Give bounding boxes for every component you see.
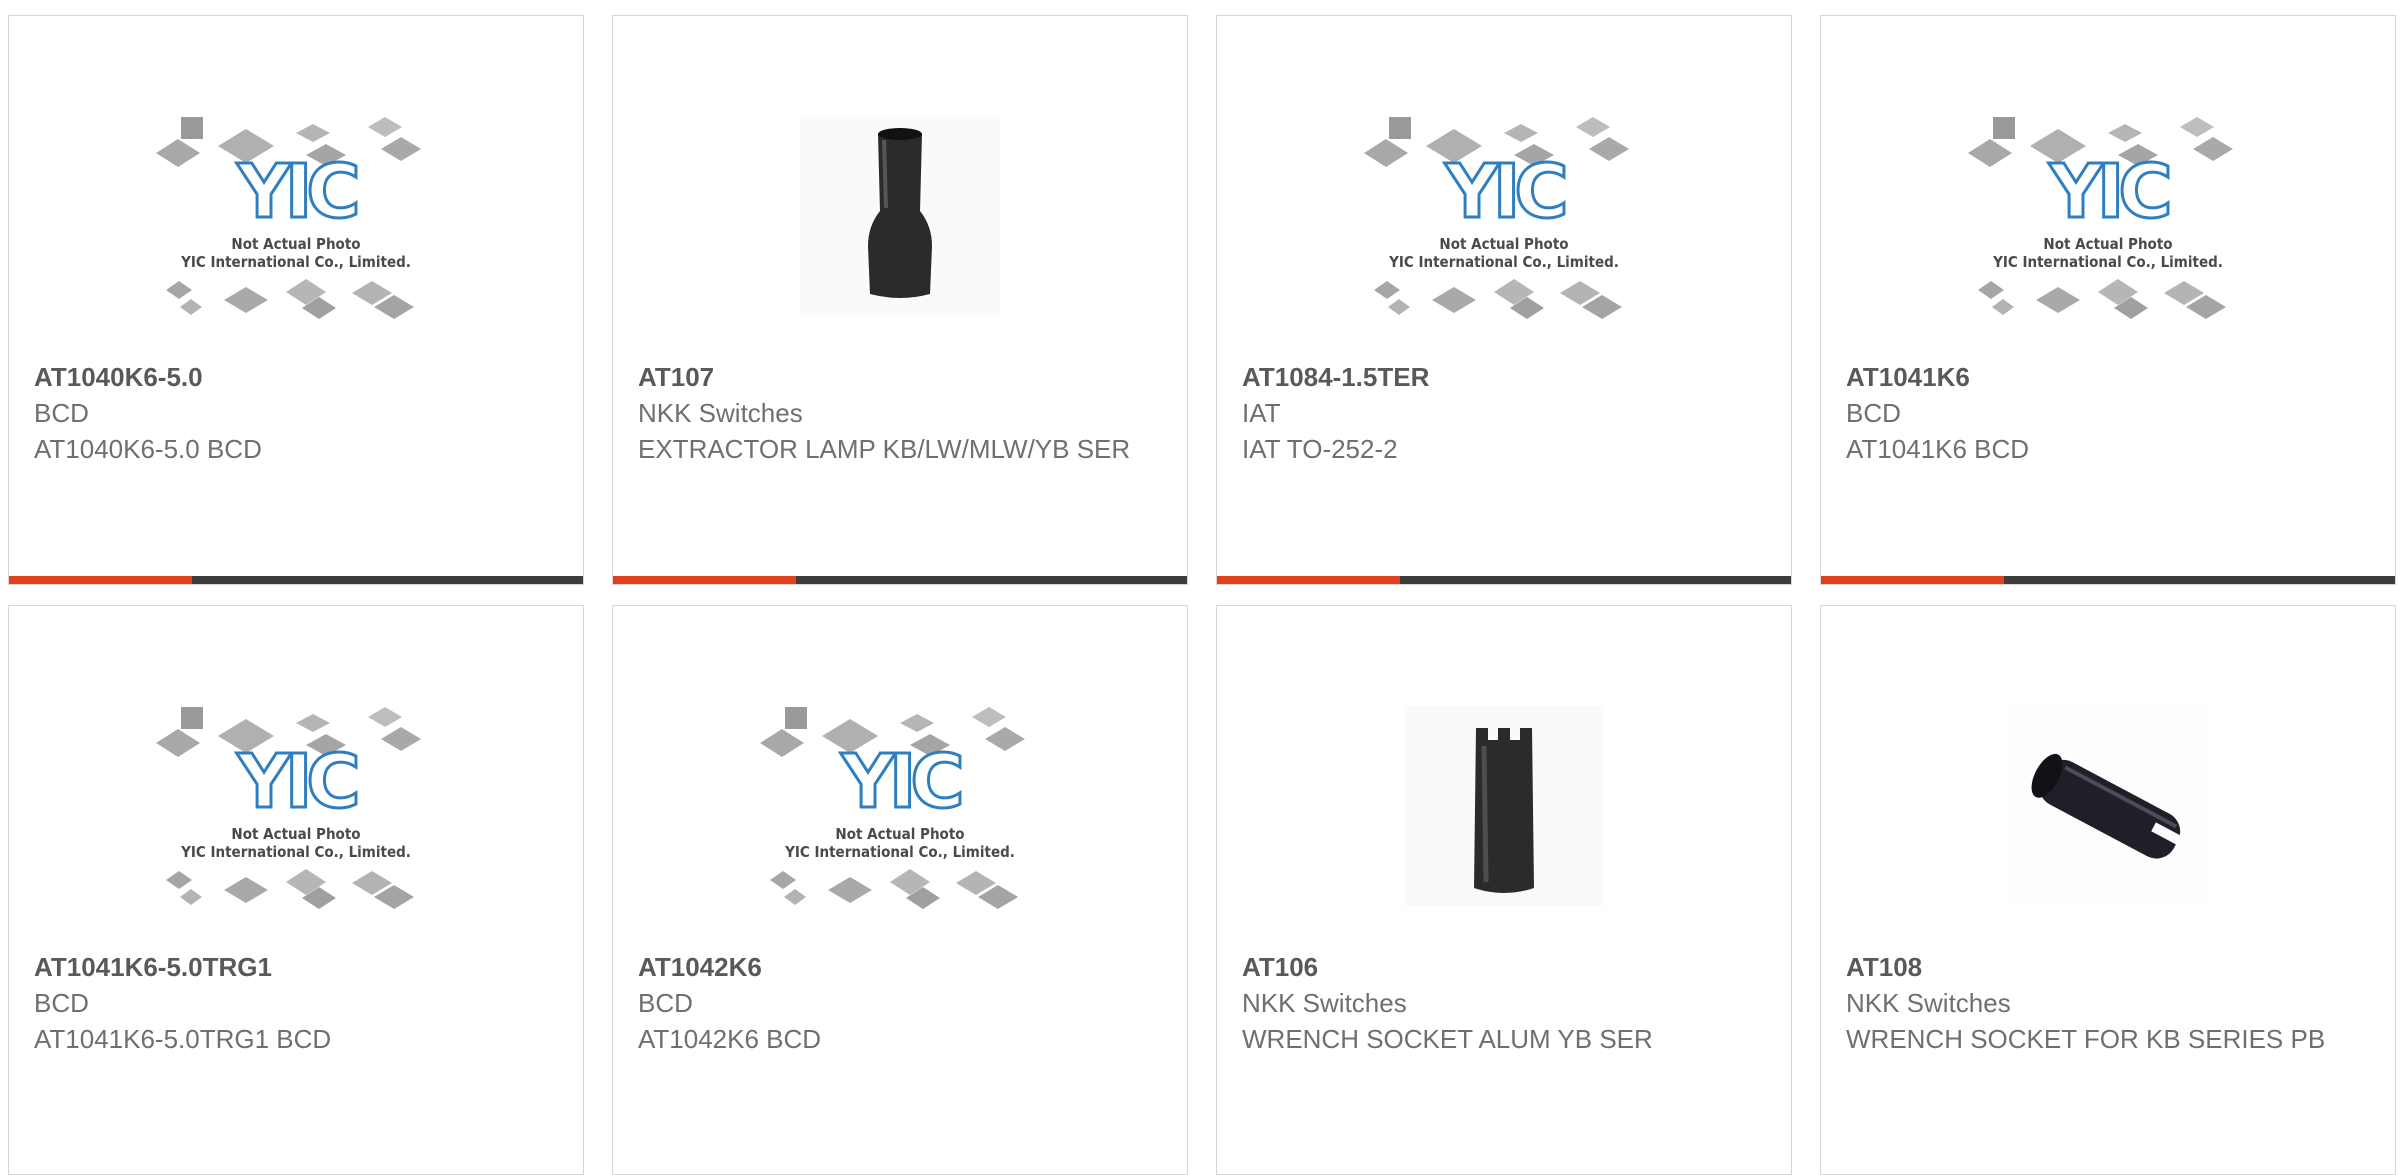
description: WRENCH SOCKET ALUM YB SER [1242,1024,1653,1054]
product-image[interactable] [1821,661,2395,951]
wrench-socket-icon [2008,706,2208,906]
manufacturer: NKK Switches [638,398,803,428]
part-number[interactable]: AT1041K6 [1846,359,2375,395]
svg-text:YIC: YIC [840,739,960,825]
description: AT1041K6 BCD [1846,434,2030,464]
wrench-socket-icon [1404,706,1604,906]
card-bar [613,576,1187,584]
svg-text:Not Actual Photo: Not Actual Photo [2043,235,2172,253]
product-image[interactable] [1217,661,1791,951]
placeholder-logo-icon: YIC Not Actual Photo YIC International C… [156,89,436,344]
placeholder-logo-icon: YIC Not Actual Photo YIC International C… [156,679,436,934]
manufacturer: BCD [34,398,89,428]
svg-text:YIC International Co., Limited: YIC International Co., Limited. [180,253,411,271]
card-bar [1821,576,2395,584]
part-number[interactable]: AT108 [1846,949,2375,985]
svg-text:YIC International Co., Limited: YIC International Co., Limited. [784,843,1015,861]
card-bar-accent [9,576,192,584]
product-card[interactable]: YIC Not Actual Photo YIC International C… [612,605,1188,1175]
product-image[interactable]: YIC Not Actual Photo YIC International C… [613,661,1187,951]
product-card[interactable]: YIC Not Actual Photo YIC International C… [8,605,584,1175]
product-image[interactable]: YIC Not Actual Photo YIC International C… [1821,71,2395,361]
manufacturer: BCD [1846,398,1901,428]
product-image[interactable]: YIC Not Actual Photo YIC International C… [9,661,583,951]
manufacturer: IAT [1242,398,1281,428]
svg-text:Not Actual Photo: Not Actual Photo [231,235,360,253]
manufacturer: BCD [34,988,89,1018]
card-bar-accent [1821,576,2004,584]
product-image[interactable] [613,71,1187,361]
svg-text:Not Actual Photo: Not Actual Photo [231,825,360,843]
card-bar-accent [613,576,796,584]
part-number[interactable]: AT1042K6 [638,949,1167,985]
manufacturer: BCD [638,988,693,1018]
svg-text:YIC: YIC [236,739,356,825]
description: IAT TO-252-2 [1242,434,1398,464]
product-card[interactable]: AT107 NKK Switches EXTRACTOR LAMP KB/LW/… [612,15,1188,585]
card-bar [1217,576,1791,584]
placeholder-logo-icon: YIC Not Actual Photo YIC International C… [1364,89,1644,344]
description: EXTRACTOR LAMP KB/LW/MLW/YB SER [638,434,1131,464]
svg-text:YIC: YIC [236,149,356,235]
svg-text:YIC International Co., Limited: YIC International Co., Limited. [180,843,411,861]
svg-text:Not Actual Photo: Not Actual Photo [835,825,964,843]
svg-text:YIC: YIC [2048,149,2168,235]
part-number[interactable]: AT1041K6-5.0TRG1 [34,949,563,985]
product-image[interactable]: YIC Not Actual Photo YIC International C… [9,71,583,361]
card-bar-accent [1217,576,1400,584]
product-card[interactable]: AT108 NKK Switches WRENCH SOCKET FOR KB … [1820,605,2396,1175]
svg-text:Not Actual Photo: Not Actual Photo [1439,235,1568,253]
product-card[interactable]: YIC Not Actual Photo YIC International C… [8,15,584,585]
product-card[interactable]: AT106 NKK Switches WRENCH SOCKET ALUM YB… [1216,605,1792,1175]
description: AT1041K6-5.0TRG1 BCD [34,1024,332,1054]
description: AT1040K6-5.0 BCD [34,434,262,464]
extractor-tool-icon [800,116,1000,316]
card-bar [9,576,583,584]
part-number[interactable]: AT106 [1242,949,1771,985]
product-card[interactable]: YIC Not Actual Photo YIC International C… [1216,15,1792,585]
description: AT1042K6 BCD [638,1024,822,1054]
part-number[interactable]: AT1084-1.5TER [1242,359,1771,395]
part-number[interactable]: AT107 [638,359,1167,395]
manufacturer: NKK Switches [1846,988,2011,1018]
svg-text:YIC: YIC [1444,149,1564,235]
manufacturer: NKK Switches [1242,988,1407,1018]
svg-text:YIC International Co., Limited: YIC International Co., Limited. [1388,253,1619,271]
description: WRENCH SOCKET FOR KB SERIES PB [1846,1024,2326,1054]
placeholder-logo-icon: YIC Not Actual Photo YIC International C… [1968,89,2248,344]
placeholder-logo-icon: YIC Not Actual Photo YIC International C… [760,679,1040,934]
part-number[interactable]: AT1040K6-5.0 [34,359,563,395]
product-card[interactable]: YIC Not Actual Photo YIC International C… [1820,15,2396,585]
svg-text:YIC International Co., Limited: YIC International Co., Limited. [1992,253,2223,271]
product-image[interactable]: YIC Not Actual Photo YIC International C… [1217,71,1791,361]
